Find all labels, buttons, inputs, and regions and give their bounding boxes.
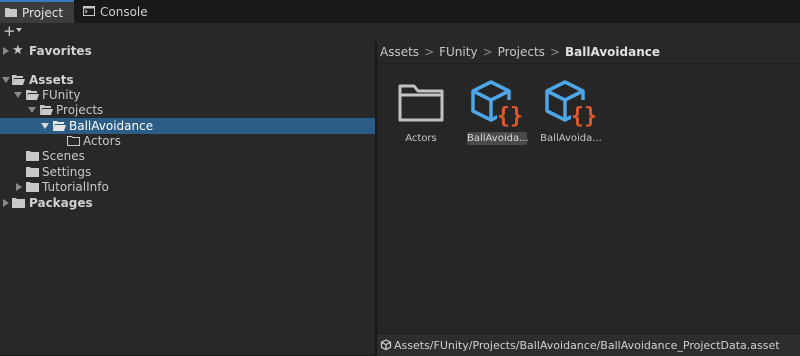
breadcrumb-separator: >: [549, 45, 560, 59]
star-icon: ★: [12, 43, 24, 58]
breadcrumb-ballavoidance[interactable]: BallAvoidance: [565, 45, 660, 59]
asset-ballavoidance-1[interactable]: {} BallAvoida...: [459, 78, 535, 148]
tree-label-scenes: Scenes: [42, 149, 85, 163]
collapse-arrow-icon[interactable]: [14, 92, 22, 98]
asset-name: Actors: [405, 133, 437, 144]
expand-arrow-icon[interactable]: [3, 47, 9, 55]
breadcrumb-projects[interactable]: Projects: [498, 45, 545, 59]
folder-icon: [26, 182, 39, 192]
folder-icon: [26, 167, 39, 177]
folder-open-icon: [40, 105, 53, 115]
asset-browser-panel: Assets > FUnity > Projects > BallAvoidan…: [377, 41, 800, 356]
asset-name: BallAvoida...: [540, 133, 602, 144]
tree-label-assets: Assets: [29, 73, 74, 87]
tree-item-scenes[interactable]: Scenes: [0, 148, 375, 164]
script-asset-icon: {}: [545, 80, 598, 128]
tree-label-projects: Projects: [56, 103, 104, 117]
tree-item-assets[interactable]: Assets: [0, 72, 375, 88]
folder-open-icon: [26, 90, 39, 100]
tree-item-ballavoidance[interactable]: BallAvoidance: [0, 118, 375, 134]
tree-label-ballavoidance: BallAvoidance: [69, 119, 154, 133]
tree-label-settings: Settings: [42, 165, 92, 179]
breadcrumb-separator: >: [482, 45, 493, 59]
folder-tree-panel: ★ Favorites Assets FUnity Projects BallA…: [0, 41, 375, 355]
chevron-down-icon[interactable]: [16, 28, 22, 32]
tree-item-packages[interactable]: Packages: [0, 195, 375, 211]
folder-open-icon: [12, 75, 25, 85]
asset-name: BallAvoida...: [467, 132, 529, 145]
tab-console[interactable]: Console: [78, 0, 158, 23]
collapse-arrow-icon[interactable]: [2, 77, 10, 83]
script-asset-icon: {}: [471, 80, 524, 128]
tree-item-projects[interactable]: Projects: [0, 102, 375, 118]
folder-icon: [67, 136, 80, 146]
collapse-arrow-icon[interactable]: [41, 123, 49, 129]
script-asset-icon: [380, 339, 392, 351]
selected-asset-path: Assets/FUnity/Projects/BallAvoidance/Bal…: [394, 338, 780, 352]
expand-arrow-icon[interactable]: [16, 183, 22, 191]
tree-item-funity[interactable]: FUnity: [0, 87, 375, 103]
breadcrumb-assets[interactable]: Assets: [380, 45, 419, 59]
tree-label-funity: FUnity: [42, 88, 81, 102]
tree-item-settings[interactable]: Settings: [0, 164, 375, 180]
expand-arrow-icon[interactable]: [3, 199, 9, 207]
asset-folder-actors[interactable]: Actors: [383, 78, 459, 148]
svg-text:{}: {}: [571, 104, 598, 128]
folder-icon: [12, 198, 25, 208]
tree-item-tutorialinfo[interactable]: TutorialInfo: [0, 179, 375, 195]
asset-grid: Actors {} BallAvoida... {} BallAvoida...: [377, 64, 800, 333]
tab-project[interactable]: Project: [0, 0, 74, 23]
tree-label-favorites: Favorites: [29, 44, 92, 58]
tree-label-actors: Actors: [83, 134, 121, 148]
tab-project-label: Project: [22, 5, 64, 20]
add-button[interactable]: +: [3, 22, 16, 40]
breadcrumb: Assets > FUnity > Projects > BallAvoidan…: [377, 41, 800, 64]
tree-label-packages: Packages: [29, 196, 93, 210]
status-bar: Assets/FUnity/Projects/BallAvoidance/Bal…: [377, 333, 800, 356]
tab-console-label: Console: [100, 4, 148, 19]
tree-item-favorites[interactable]: ★ Favorites: [0, 43, 375, 59]
collapse-arrow-icon[interactable]: [28, 107, 36, 113]
folder-icon: [5, 6, 17, 20]
folder-icon: [26, 151, 39, 161]
tree-item-actors[interactable]: Actors: [0, 133, 375, 149]
folder-open-icon: [53, 121, 66, 131]
breadcrumb-separator: >: [424, 45, 435, 59]
tree-label-tutorialinfo: TutorialInfo: [42, 180, 109, 194]
project-toolbar: +: [0, 22, 800, 41]
tab-bar: Project Console: [0, 0, 800, 23]
breadcrumb-funity[interactable]: FUnity: [439, 45, 477, 59]
svg-text:{}: {}: [497, 104, 524, 128]
console-icon: [83, 5, 95, 19]
asset-ballavoidance-2[interactable]: {} BallAvoida...: [533, 78, 609, 148]
folder-icon: [398, 84, 444, 122]
